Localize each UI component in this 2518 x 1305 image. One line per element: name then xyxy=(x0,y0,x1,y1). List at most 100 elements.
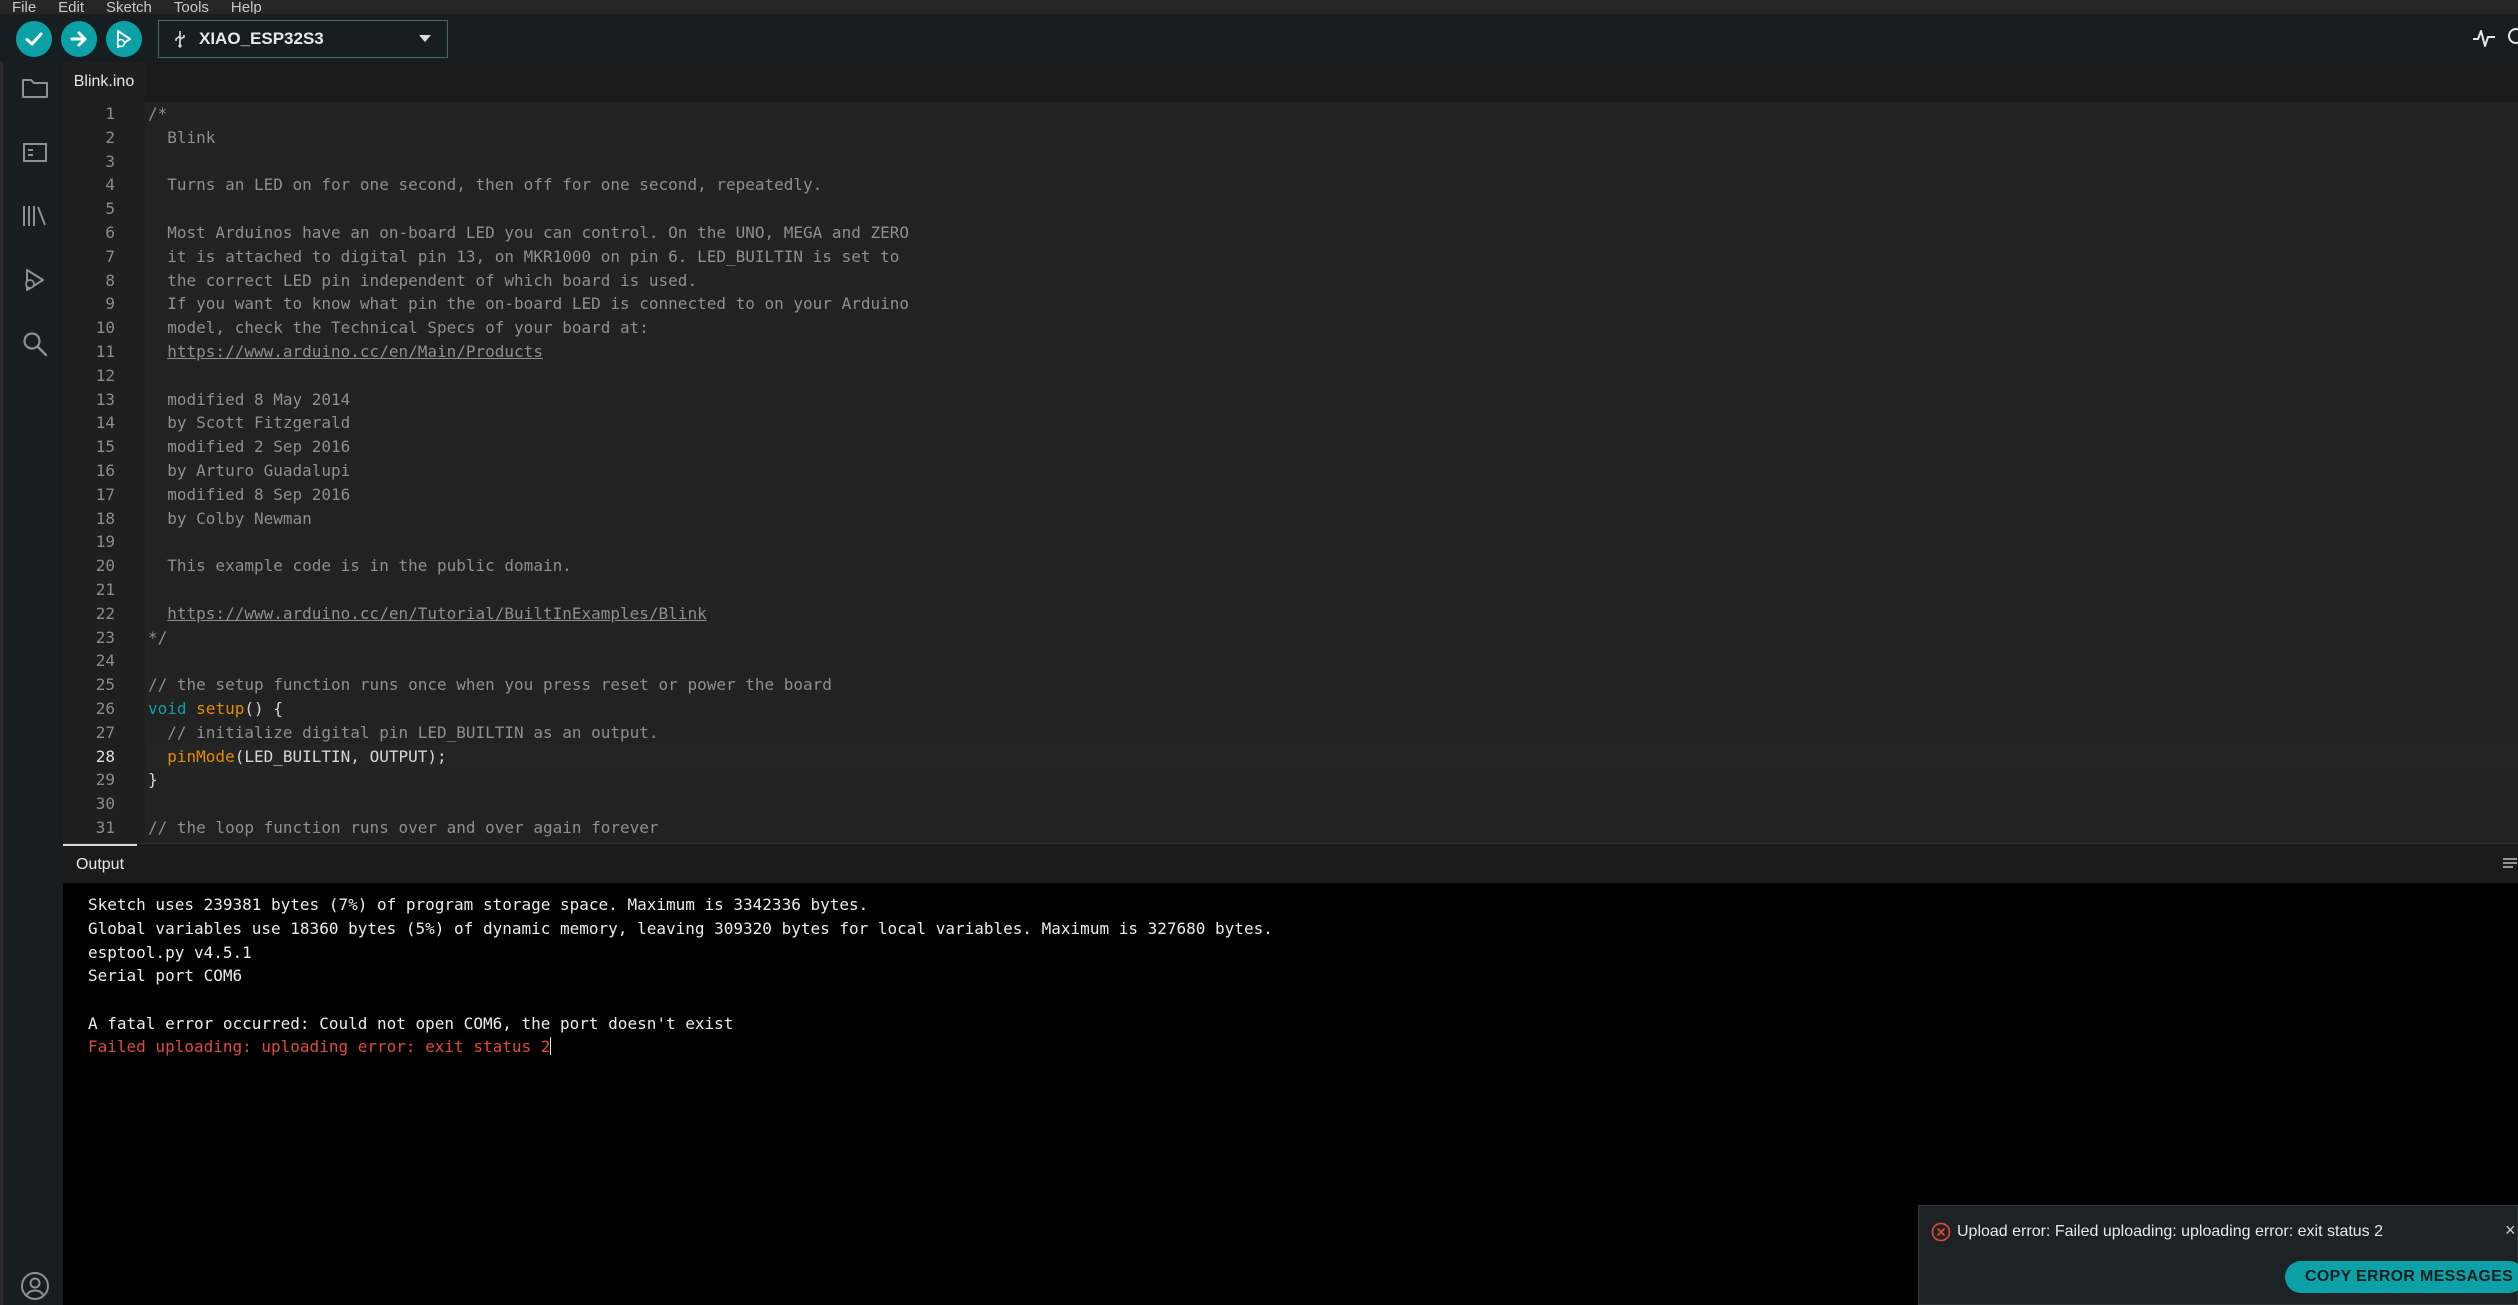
sketchbook-button[interactable] xyxy=(17,70,53,106)
toolbar: XIAO_ESP32S3 xyxy=(0,14,2518,62)
output-line: A fatal error occurred: Could not open C… xyxy=(88,1014,734,1033)
notification-message: Upload error: Failed uploading: uploadin… xyxy=(1957,1223,2384,1240)
code-line: // initialize digital pin LED_BUILTIN as… xyxy=(148,722,659,742)
code-line: Turns an LED on for one second, then off… xyxy=(148,175,823,195)
tab-output[interactable]: Output xyxy=(63,844,137,884)
library-icon xyxy=(23,206,46,226)
line-number: 21 xyxy=(95,579,115,599)
line-number: 12 xyxy=(95,365,115,385)
line-number: 18 xyxy=(95,508,115,528)
keyword-void: void xyxy=(148,698,187,718)
code-content[interactable]: /* Blink Turns an LED on for one second,… xyxy=(148,102,2518,840)
line-number: 20 xyxy=(95,556,115,576)
output-line: Serial port COM6 xyxy=(88,966,243,985)
line-number: 6 xyxy=(105,222,115,242)
line-number: 28 xyxy=(95,746,115,766)
error-circle-icon xyxy=(1931,1222,1951,1242)
search-icon xyxy=(23,332,48,357)
pulse-icon xyxy=(2473,30,2495,47)
debug-button[interactable] xyxy=(106,21,142,57)
debug-view-button[interactable] xyxy=(17,262,53,298)
board-icon xyxy=(23,143,47,162)
output-line: esptool.py v4.5.1 xyxy=(88,943,252,962)
menu-item-help[interactable]: Help xyxy=(231,0,262,14)
line-numbers: 1 2 3 4 5 6 7 8 9 10 11 12 13 14 15 16 17 18 19 20 21 22 23 24 2… xyxy=(63,102,115,840)
board-name: XIAO_ESP32S3 xyxy=(199,29,324,48)
code-line-current: pinMode(LED_BUILTIN, OUTPUT); xyxy=(148,744,2518,769)
debug-bug-icon xyxy=(25,269,44,291)
line-number: 3 xyxy=(105,151,115,171)
line-number: 8 xyxy=(105,270,115,290)
usb-icon xyxy=(175,31,185,48)
line-number: 10 xyxy=(95,318,115,338)
code-line: This example code is in the public domai… xyxy=(148,556,572,576)
boards-manager-button[interactable] xyxy=(17,134,53,170)
menu-item-edit[interactable]: Edit xyxy=(58,0,84,14)
magnifier-icon xyxy=(2508,28,2518,44)
output-menu-button[interactable] xyxy=(2502,856,2518,872)
code-line: /* xyxy=(148,104,168,123)
line-number-gutter: 1 2 3 4 5 6 7 8 9 10 11 12 13 14 15 16 17 18 19 20 21 22 23 24 2… xyxy=(63,102,145,843)
serial-plotter-button[interactable] xyxy=(2470,24,2498,52)
tab-blink-ino[interactable]: Blink.ino xyxy=(63,62,145,102)
board-selector[interactable]: XIAO_ESP32S3 xyxy=(158,20,448,58)
code-line: modified 8 May 2014 xyxy=(148,389,351,409)
line-number: 31 xyxy=(95,817,115,837)
line-number: 7 xyxy=(105,246,115,266)
search-button[interactable] xyxy=(17,326,53,362)
checkmark-icon xyxy=(25,32,43,46)
serial-monitor-button[interactable] xyxy=(2504,24,2518,52)
error-text: Failed uploading: uploading error: exit … xyxy=(88,1037,551,1056)
output-panel-header: Output xyxy=(63,843,2518,883)
code-line: modified 8 Sep 2016 xyxy=(148,484,351,504)
line-number: 14 xyxy=(95,413,115,433)
menu-item-sketch[interactable]: Sketch xyxy=(106,0,152,14)
output-line: Sketch uses 239381 bytes (7%) of program… xyxy=(88,895,869,914)
code-line: the correct LED pin independent of which… xyxy=(148,270,698,290)
chevron-down-icon xyxy=(419,35,431,42)
copy-error-messages-button[interactable]: COPY ERROR MESSAGES xyxy=(2285,1261,2518,1293)
line-number: 27 xyxy=(95,722,115,742)
menu-bar: File Edit Sketch Tools Help xyxy=(0,0,2518,14)
code-line-link: https://www.arduino.cc/en/Main/Products xyxy=(148,340,2518,364)
line-number: 2 xyxy=(105,127,115,147)
account-icon xyxy=(21,1272,49,1300)
close-icon[interactable]: × xyxy=(2505,1220,2517,1241)
code-line: by Arturo Guadalupi xyxy=(148,460,351,480)
code-token: () { xyxy=(244,698,283,718)
line-number: 9 xyxy=(105,294,115,314)
arrow-right-icon xyxy=(70,31,87,47)
library-manager-button[interactable] xyxy=(17,198,53,234)
output-error-line: Failed uploading: uploading error: exit … xyxy=(88,1035,552,1059)
verify-button[interactable] xyxy=(16,21,52,57)
line-number: 19 xyxy=(95,532,115,552)
code-editor[interactable]: 1 2 3 4 5 6 7 8 9 10 11 12 13 14 15 16 17 18 19 20 21 22 23 24 2… xyxy=(63,102,2518,843)
code-line-setup: void setup() { xyxy=(148,697,2518,721)
code-line: modified 2 Sep 2016 xyxy=(148,437,351,457)
function-pinmode: pinMode xyxy=(167,746,235,766)
code-line: by Scott Fitzgerald xyxy=(148,413,351,433)
line-number: 22 xyxy=(95,603,115,623)
products-link[interactable]: https://www.arduino.cc/en/Main/Products xyxy=(167,342,543,361)
activity-bar xyxy=(0,62,63,1305)
code-line: model, check the Technical Specs of your… xyxy=(148,318,649,338)
line-number: 17 xyxy=(95,484,115,504)
code-line: by Colby Newman xyxy=(148,508,312,528)
folder-icon xyxy=(22,79,48,98)
line-number: 23 xyxy=(95,627,115,647)
menu-item-file[interactable]: File xyxy=(12,0,36,14)
line-number: 30 xyxy=(95,794,115,814)
code-line: Most Arduinos have an on-board LED you c… xyxy=(148,222,909,242)
debug-icon xyxy=(116,30,131,48)
upload-button[interactable] xyxy=(61,21,97,57)
code-line: */ xyxy=(148,627,168,647)
code-line: If you want to know what pin the on-boar… xyxy=(148,294,909,314)
code-line: it is attached to digital pin 13, on MKR… xyxy=(148,246,900,266)
account-button[interactable] xyxy=(17,1268,53,1304)
blink-tutorial-link[interactable]: https://www.arduino.cc/en/Tutorial/Built… xyxy=(167,604,706,623)
menu-item-tools[interactable]: Tools xyxy=(174,0,209,14)
line-number: 4 xyxy=(105,175,115,195)
